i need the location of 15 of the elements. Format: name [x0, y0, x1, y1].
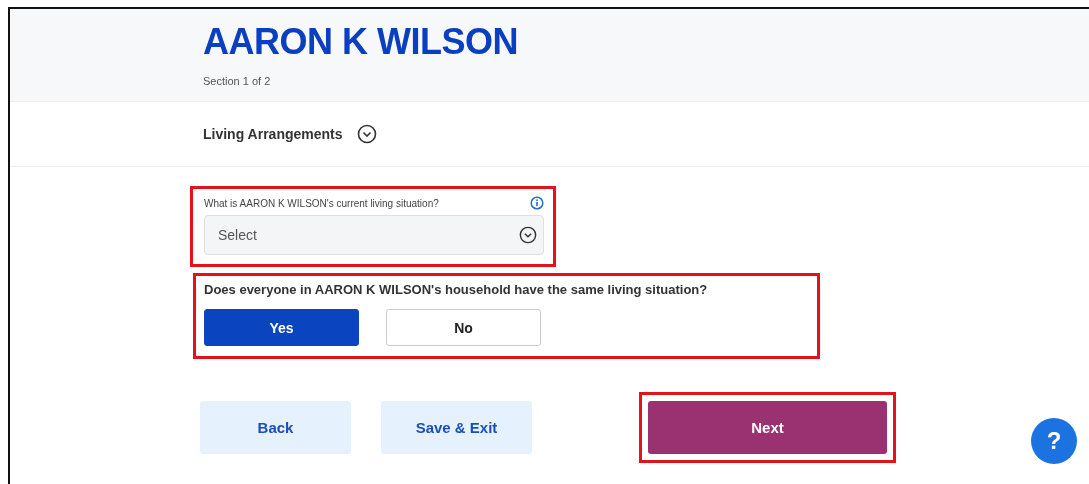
option-button[interactable]: No — [386, 309, 541, 346]
section-title: Living Arrangements — [203, 126, 343, 142]
nav-button[interactable]: Save & Exit — [381, 401, 532, 454]
chevron-icon[interactable] — [356, 124, 377, 144]
info-icon[interactable] — [530, 196, 544, 210]
living-situation-select[interactable]: Select — [204, 215, 544, 255]
field-label: What is AARON K WILSON's current living situation? — [204, 197, 439, 209]
next-button[interactable]: Next — [648, 401, 887, 454]
person-name: AARON K WILSON — [203, 21, 519, 63]
nav-button[interactable]: Back — [200, 401, 351, 454]
option-button[interactable]: Yes — [204, 309, 359, 346]
help-button[interactable]: ? — [1031, 418, 1077, 464]
question-text: Does everyone in AARON K WILSON's household have the same living situation? — [204, 282, 709, 297]
section-caption: Section 1 of 2 — [203, 75, 272, 87]
chevron-icon — [519, 226, 537, 244]
